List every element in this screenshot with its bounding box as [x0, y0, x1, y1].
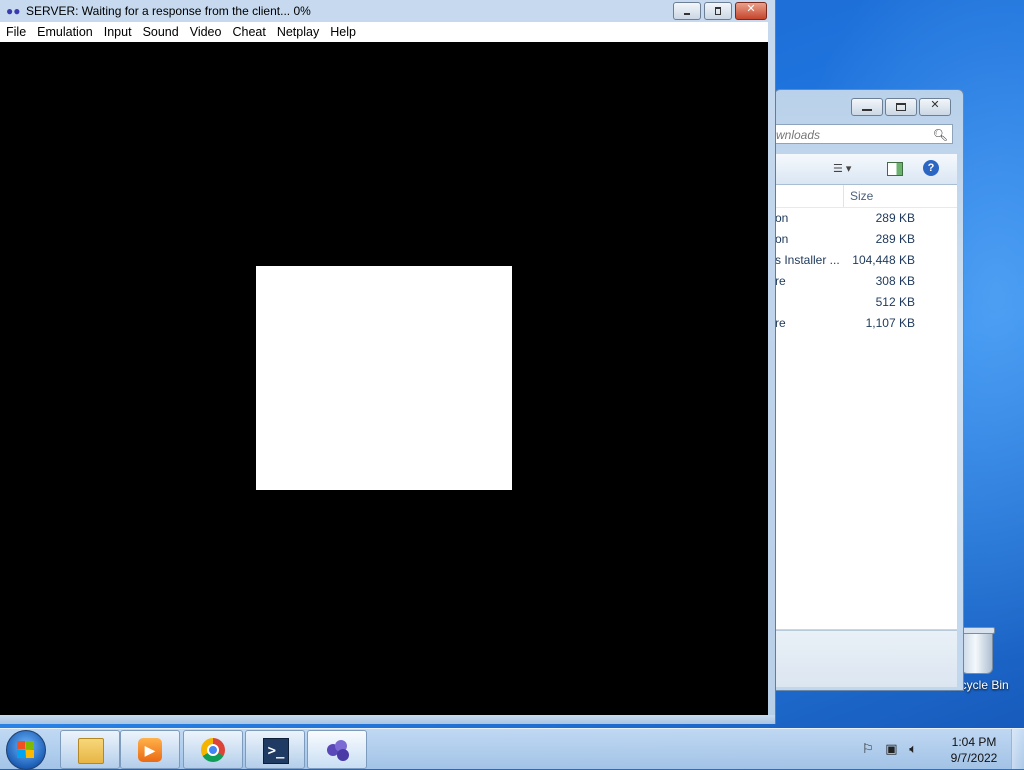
taskbar-powershell-button[interactable]: >_ [245, 730, 305, 769]
taskbar: ▶ >_ ⚐ ▣ 🔈︎ 1:04 PM 9/7/2022 [0, 728, 1024, 770]
file-row[interactable]: on 289 KB [775, 229, 957, 250]
search-icon[interactable]: 🔍︎ [933, 125, 948, 145]
file-row[interactable]: on 289 KB [775, 208, 957, 229]
details-pane [775, 630, 957, 687]
preview-pane-icon[interactable] [887, 162, 903, 176]
close-button[interactable] [735, 2, 767, 20]
file-row[interactable]: re 308 KB [775, 271, 957, 292]
action-center-icon[interactable]: ⚐ [862, 741, 874, 756]
help-icon[interactable]: ? [923, 160, 939, 176]
system-tray: ⚐ ▣ 🔈︎ [862, 741, 917, 757]
menu-emulation[interactable]: Emulation [31, 22, 98, 42]
explorer-close-button[interactable] [919, 98, 951, 116]
clock-date: 9/7/2022 [950, 751, 998, 765]
file-list: Size on 289 KB on 289 KB s Installer ...… [775, 185, 957, 629]
menu-bar: File Emulation Input Sound Video Cheat N… [0, 22, 768, 42]
file-name: re [775, 274, 786, 288]
emulator-screen[interactable] [0, 42, 768, 715]
file-size: 512 KB [875, 295, 915, 309]
file-size: 308 KB [875, 274, 915, 288]
powershell-icon: >_ [263, 738, 289, 764]
media-player-icon: ▶ [138, 738, 162, 762]
file-row[interactable]: re 1,107 KB [775, 313, 957, 334]
search-placeholder: wnloads [776, 128, 821, 142]
file-name: re [775, 316, 786, 330]
file-size: 104,448 KB [852, 253, 915, 267]
file-size: 1,107 KB [865, 316, 915, 330]
start-button[interactable] [6, 730, 46, 770]
chrome-icon [201, 738, 225, 762]
column-header-size[interactable]: Size [843, 185, 873, 207]
explorer-minimize-button[interactable] [851, 98, 883, 116]
emulator-title-bar[interactable]: ●● SERVER: Waiting for a response from t… [0, 0, 775, 22]
explorer-icon [78, 738, 104, 764]
emulator-caption-buttons [673, 2, 767, 20]
windows-logo-icon [17, 741, 35, 759]
taskbar-emulator-button[interactable] [307, 730, 367, 769]
explorer-maximize-button[interactable] [885, 98, 917, 116]
emulator-window[interactable]: ●● SERVER: Waiting for a response from t… [0, 0, 776, 724]
emulator-icon [325, 738, 349, 762]
file-name: s Installer ... [775, 253, 840, 267]
network-icon[interactable]: ▣ [885, 741, 897, 756]
explorer-window[interactable]: wnloads 🔍︎ ☰ ▾ ? Size on 289 KB on 289 K… [774, 89, 964, 691]
clock-time: 1:04 PM [951, 735, 997, 749]
window-bottom-border [0, 715, 775, 724]
file-row[interactable]: 512 KB [775, 292, 957, 313]
views-icon[interactable]: ☰ ▾ [833, 162, 851, 175]
show-desktop-button[interactable] [1011, 729, 1024, 769]
menu-file[interactable]: File [0, 22, 31, 42]
file-name: on [775, 232, 789, 246]
taskbar-explorer-button[interactable] [60, 730, 120, 769]
minimize-button[interactable] [673, 2, 701, 20]
file-row[interactable]: s Installer ... 104,448 KB [775, 250, 957, 271]
volume-icon[interactable]: 🔈︎ [909, 741, 917, 756]
explorer-search-input[interactable]: wnloads 🔍︎ [775, 124, 953, 144]
menu-input[interactable]: Input [98, 22, 137, 42]
file-name: on [775, 211, 789, 225]
taskbar-clock[interactable]: 1:04 PM 9/7/2022 [944, 734, 1004, 766]
white-square [256, 266, 512, 490]
menu-netplay[interactable]: Netplay [271, 22, 324, 42]
file-list-header: Size [775, 185, 957, 208]
recycle-bin-icon [959, 627, 995, 674]
menu-sound[interactable]: Sound [137, 22, 184, 42]
taskbar-chrome-button[interactable] [183, 730, 243, 769]
menu-cheat[interactable]: Cheat [226, 22, 270, 42]
explorer-caption-buttons [851, 98, 951, 116]
file-size: 289 KB [875, 232, 915, 246]
restore-button[interactable] [704, 2, 732, 20]
menu-help[interactable]: Help [324, 22, 361, 42]
emulator-app-icon[interactable]: ●● [6, 4, 21, 18]
window-title: SERVER: Waiting for a response from the … [26, 4, 311, 18]
taskbar-media-player-button[interactable]: ▶ [120, 730, 180, 769]
file-size: 289 KB [875, 211, 915, 225]
menu-video[interactable]: Video [184, 22, 227, 42]
explorer-toolbar: ☰ ▾ ? [775, 154, 957, 185]
